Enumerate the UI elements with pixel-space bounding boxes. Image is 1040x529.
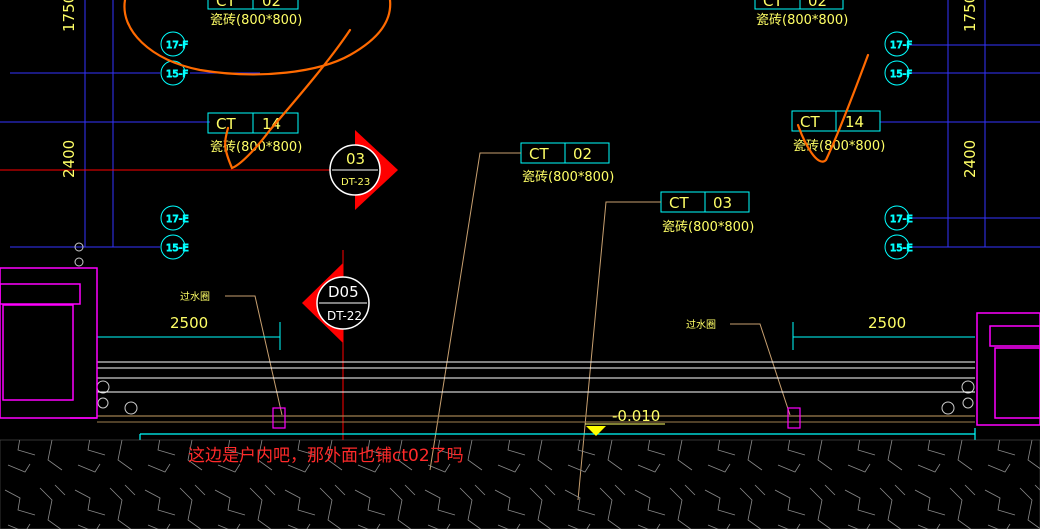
bottom-dimension-right: 2500 — [792, 314, 975, 350]
svg-text:03: 03 — [346, 150, 365, 168]
svg-text:2500: 2500 — [170, 314, 208, 332]
threshold-posts — [272, 407, 801, 429]
threshold-label-left: 过水圈 — [180, 290, 210, 303]
svg-text:15-E: 15-E — [890, 243, 913, 254]
dim-mid-left: 2400 — [60, 140, 78, 178]
grid-bubble: 15-E — [884, 234, 913, 260]
svg-text:CT: CT — [216, 0, 236, 10]
svg-text:瓷砖(800*800): 瓷砖(800*800) — [662, 220, 754, 235]
cad-drawing-canvas: 1750 1750 2400 2400 17-F 15-F 17-E 15-E … — [0, 0, 1040, 529]
svg-text:14: 14 — [262, 115, 281, 133]
svg-text:15-F: 15-F — [890, 69, 912, 80]
svg-text:02: 02 — [262, 0, 281, 10]
dim-top-right: 1750 — [961, 0, 979, 32]
section-marker: 03 DT-23 — [329, 130, 398, 210]
svg-text:瓷砖(800*800): 瓷砖(800*800) — [522, 170, 614, 185]
svg-text:17-E: 17-E — [890, 214, 913, 225]
grid-bubble: 17-E — [884, 205, 913, 231]
grid-bubble: 15-F — [884, 60, 913, 86]
material-tag: CT 02 瓷砖(800*800) — [520, 142, 614, 185]
svg-text:14: 14 — [845, 113, 864, 131]
svg-text:15-E: 15-E — [166, 243, 189, 254]
svg-text:瓷砖(800*800): 瓷砖(800*800) — [756, 13, 848, 28]
section-marker: D05 DT-22 — [302, 263, 370, 343]
anchor-marks — [74, 242, 975, 415]
exterior-paving-hatch — [0, 440, 1040, 529]
threshold-label-right: 过水圈 — [686, 318, 716, 331]
svg-text:02: 02 — [808, 0, 827, 10]
wall-right — [976, 312, 1040, 426]
grid-lines — [0, 0, 1040, 248]
material-tags: CT 02 瓷砖(800*800) CT 02 瓷砖(800*800) CT 1… — [207, 0, 885, 235]
svg-text:DT-22: DT-22 — [327, 309, 362, 323]
bottom-dimension-left: 2500 — [97, 314, 281, 350]
svg-text:2500: 2500 — [868, 314, 906, 332]
svg-text:15-F: 15-F — [166, 69, 188, 80]
dim-top-left: 1750 — [60, 0, 78, 32]
review-comment: 这边是户内吧，那外面也铺ct02了吗 — [188, 446, 464, 466]
grid-bubble: 17-F — [884, 31, 913, 57]
material-tag: CT 02 瓷砖(800*800) — [207, 0, 302, 28]
grid-bubble: 15-E — [160, 234, 189, 260]
svg-text:DT-23: DT-23 — [341, 177, 370, 188]
svg-text:CT: CT — [216, 115, 236, 133]
svg-text:CT: CT — [800, 113, 820, 131]
svg-text:03: 03 — [713, 194, 732, 212]
grid-bubble: 17-F — [160, 31, 189, 57]
svg-text:D05: D05 — [328, 283, 359, 301]
wall-left — [0, 267, 98, 419]
svg-text:17-F: 17-F — [166, 40, 188, 51]
svg-text:CT: CT — [763, 0, 783, 10]
dim-mid-right: 2400 — [961, 140, 979, 178]
material-tag: CT 03 瓷砖(800*800) — [660, 191, 754, 235]
svg-text:瓷砖(800*800): 瓷砖(800*800) — [210, 13, 302, 28]
svg-text:CT: CT — [529, 145, 549, 163]
material-tag: CT 02 瓷砖(800*800) — [754, 0, 848, 28]
svg-text:-0.010: -0.010 — [612, 407, 660, 425]
svg-text:02: 02 — [573, 145, 592, 163]
svg-text:CT: CT — [669, 194, 689, 212]
svg-text:17-F: 17-F — [890, 40, 912, 51]
grid-bubble: 15-F — [160, 60, 189, 86]
grid-bubble: 17-E — [160, 205, 189, 231]
svg-text:17-E: 17-E — [166, 214, 189, 225]
sill-lines — [97, 361, 975, 393]
